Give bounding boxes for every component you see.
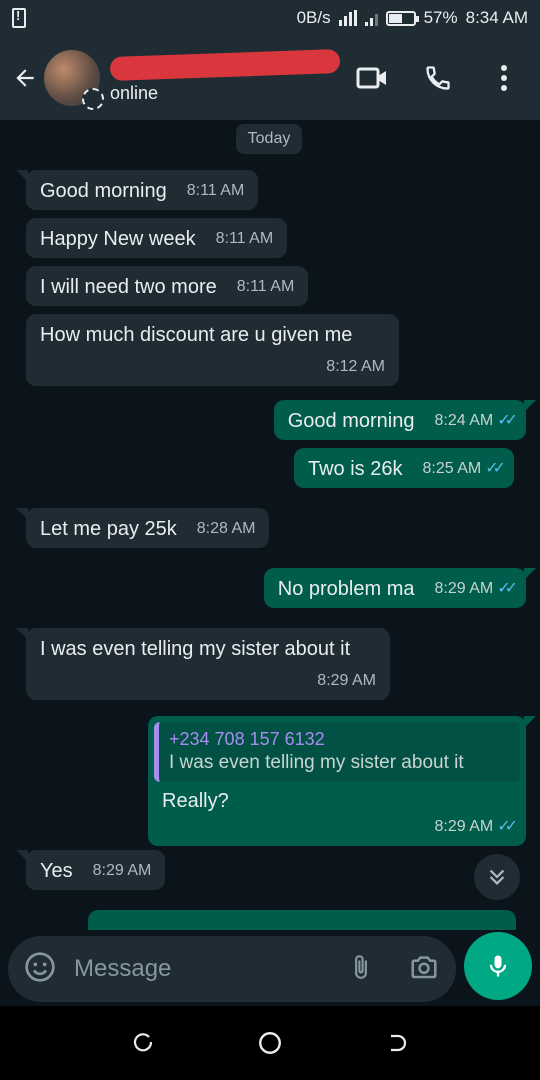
message-incoming[interactable]: How much discount are u given me 8:12 AM [26,314,399,386]
message-outgoing[interactable]: No problem ma 8:29 AM ✓✓ [263,568,537,608]
message-text: Good morning [40,180,167,202]
contact-status: online [110,82,159,103]
camera-icon [411,955,437,978]
message-text: I was even telling my sister about it [40,638,351,660]
emoji-icon [25,951,55,982]
message-incoming[interactable]: Yes 8:29 AM [15,850,166,890]
message-time: 8:24 AM ✓✓ [434,412,518,429]
message-incoming[interactable]: Let me pay 25k 8:28 AM [15,508,270,548]
message-time: 8:29 AM [92,862,152,879]
recents-icon [134,1033,153,1052]
read-ticks-icon: ✓✓ [497,580,518,597]
video-call-button[interactable] [356,62,388,94]
contact-avatar[interactable] [44,50,104,110]
message-text: I will need two more [40,276,217,298]
quoted-message[interactable]: +234 708 157 6132 I was even telling my … [154,722,520,782]
message-incoming[interactable]: Good morning 8:11 AM [15,170,259,210]
message-text: Let me pay 25k [40,518,177,540]
message-input[interactable]: Message [74,955,171,983]
quote-author: +234 708 157 6132 [169,729,325,749]
message-outgoing[interactable]: Good morning 8:24 AM ✓✓ [273,400,537,440]
message-text: Happy New week [40,228,196,250]
message-outgoing[interactable]: Two is 26k 8:25 AM ✓✓ [294,448,514,488]
message-incoming[interactable]: I will need two more 8:11 AM [26,266,309,306]
recents-button[interactable] [128,1028,158,1058]
message-text: Really? [162,790,229,812]
back-button[interactable] [8,56,42,100]
microphone-icon [489,955,507,977]
chat-area[interactable]: Today Good morning 8:11 AM Happy New wee… [0,120,540,930]
message-time: 8:29 AM ✓✓ [434,818,518,835]
status-bar: 0B/s 57% 8:34 AM [0,0,540,36]
message-incoming[interactable]: Happy New week 8:11 AM [26,218,288,258]
date-divider: Today [236,124,302,154]
emoji-button[interactable] [24,951,56,988]
system-nav-bar [0,1006,540,1080]
battery-icon [385,10,419,26]
scroll-to-bottom-button[interactable] [474,854,520,900]
message-time: 8:25 AM ✓✓ [422,460,506,477]
message-time: 8:11 AM [215,230,274,247]
attach-button[interactable] [348,951,374,988]
message-text: How much discount are u given me [40,324,353,346]
composer: Message [0,930,540,1006]
message-text: Two is 26k [308,458,403,480]
contact-name-redacted [109,48,341,81]
message-time: 8:28 AM [196,520,256,537]
back-nav-icon [390,1034,406,1052]
message-incoming[interactable]: I was even telling my sister about it 8:… [16,628,390,700]
message-time: 8:11 AM [236,278,295,295]
chat-header: online [0,36,540,120]
phone-icon [426,66,450,90]
signal-2-icon [364,10,378,26]
read-ticks-icon: ✓✓ [497,412,518,429]
paperclip-icon [355,954,367,979]
message-text: No problem ma [277,578,415,600]
home-button[interactable] [255,1028,285,1058]
message-text: Good morning [287,410,415,432]
read-ticks-icon: ✓✓ [485,460,506,477]
clock: 8:34 AM [465,8,528,27]
message-input-box[interactable]: Message [8,936,456,1002]
double-chevron-down-icon [489,869,505,885]
voice-message-button[interactable] [464,932,532,1000]
message-outgoing-partial[interactable] [88,910,516,930]
message-time: 8:11 AM [186,182,245,199]
read-ticks-icon: ✓✓ [497,818,518,835]
home-circle-icon [259,1032,281,1054]
contact-info[interactable]: online [109,48,341,104]
arrow-left-icon [16,69,34,87]
message-text: Yes [40,860,73,882]
status-ring-icon [82,88,104,110]
video-camera-icon [356,67,386,89]
message-time: 8:29 AM ✓✓ [434,580,518,597]
battery-percent: 57% [423,8,458,27]
back-nav-button[interactable] [382,1028,412,1058]
voice-call-button[interactable] [422,62,454,94]
more-options-button[interactable] [488,62,520,94]
message-time: 8:12 AM [326,358,385,375]
more-vert-icon [501,65,507,91]
signal-icon [338,10,357,26]
network-speed: 0B/s [296,8,331,27]
message-time: 8:29 AM [317,672,376,689]
camera-button[interactable] [408,952,440,987]
quote-text: I was even telling my sister about it [169,752,464,773]
sim-alert-icon [12,8,26,28]
message-outgoing-reply[interactable]: +234 708 157 6132 I was even telling my … [148,716,536,846]
